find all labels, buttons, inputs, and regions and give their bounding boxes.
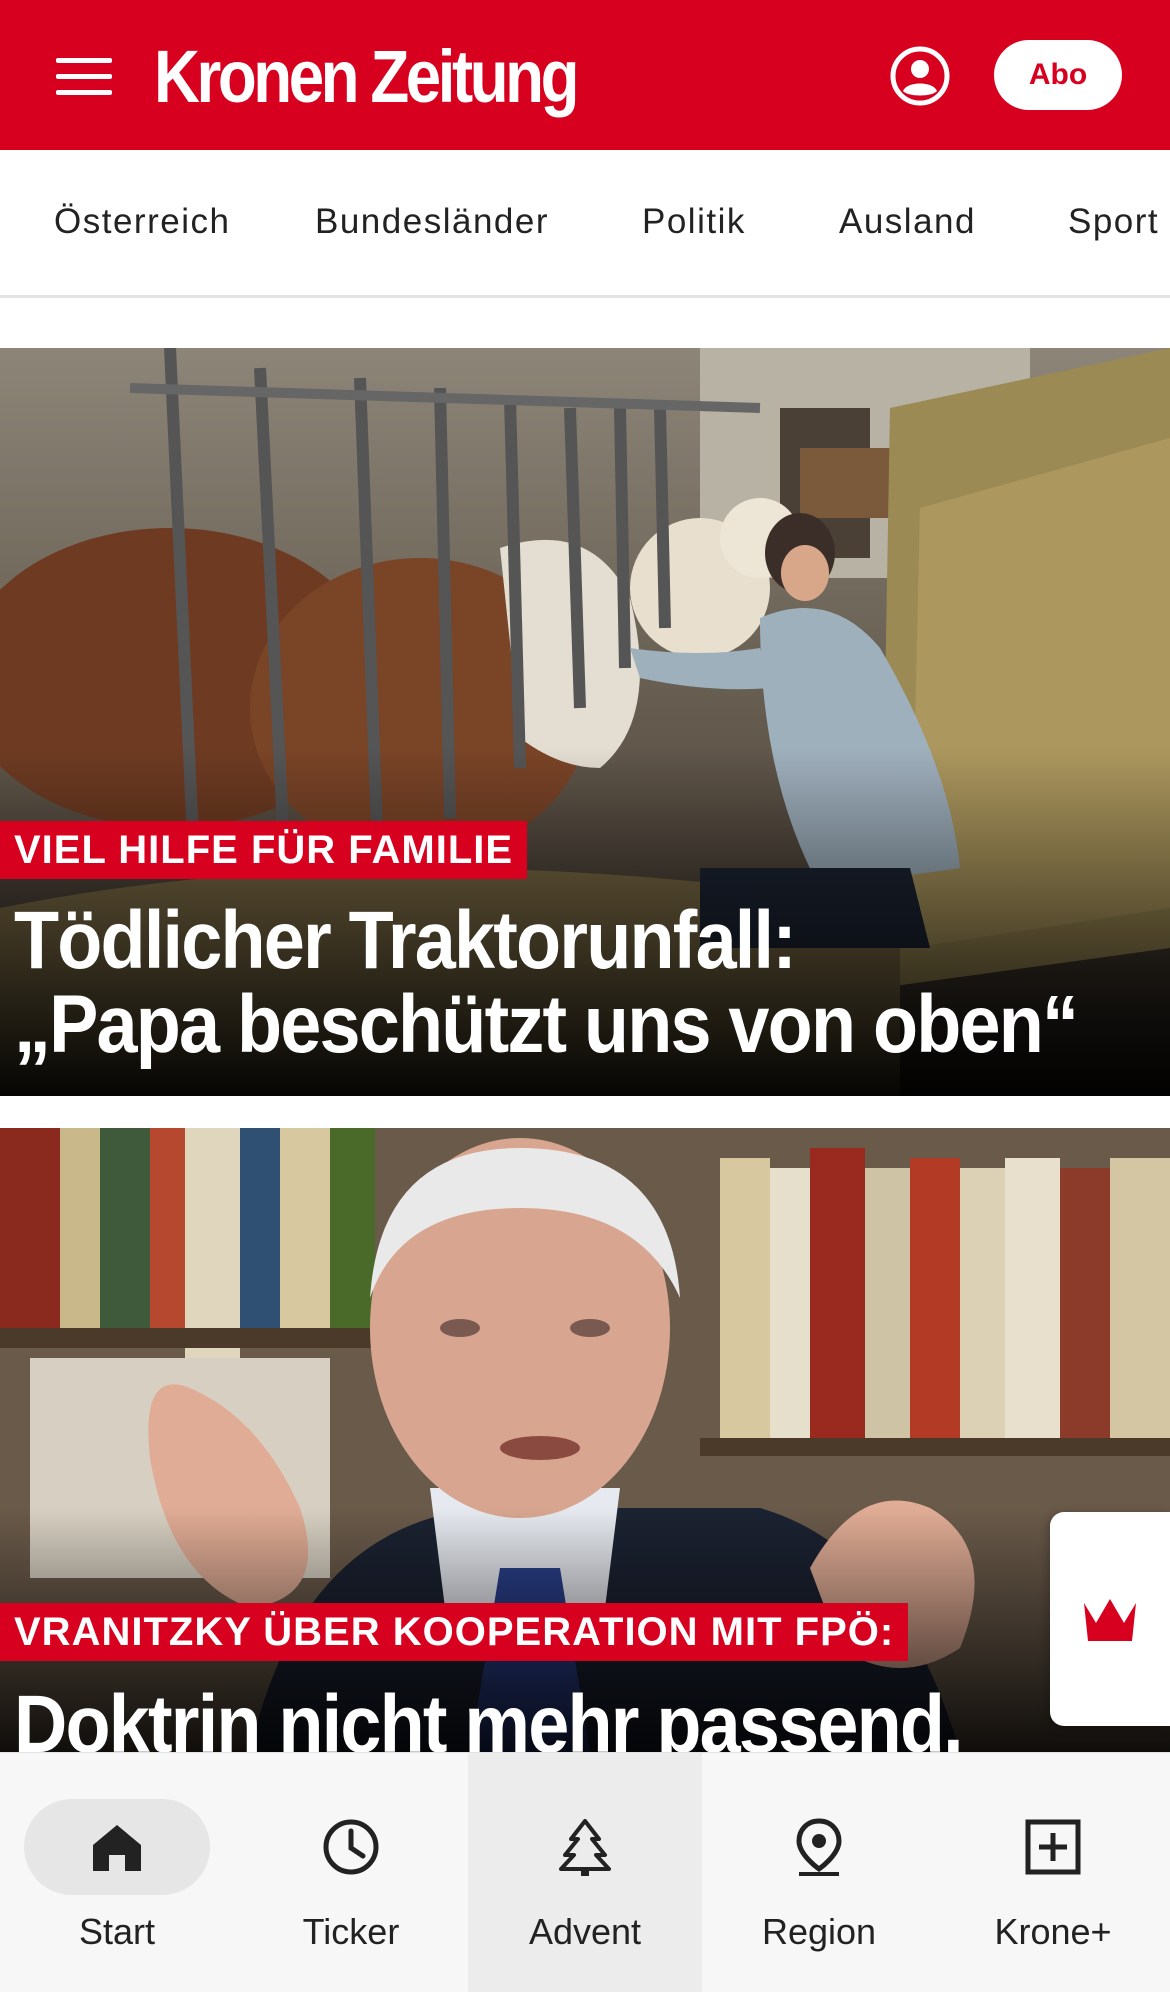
top-bar: Kronen Zeitung Abo bbox=[0, 0, 1170, 150]
bottom-nav-label: Krone+ bbox=[994, 1911, 1112, 1952]
nav-item-bundeslaender[interactable]: Bundesländer bbox=[315, 202, 549, 242]
bottom-nav-krone-plus[interactable]: Krone+ bbox=[936, 1753, 1170, 1992]
bottom-nav-start[interactable]: Start bbox=[0, 1753, 234, 1992]
nav-item-sport[interactable]: Sport bbox=[1068, 202, 1159, 242]
bottom-nav-advent[interactable]: Advent bbox=[468, 1753, 702, 1992]
bottom-nav-ticker[interactable]: Ticker bbox=[234, 1753, 468, 1992]
bottom-nav-region[interactable]: Region bbox=[702, 1753, 936, 1992]
menu-icon[interactable] bbox=[56, 58, 112, 96]
crown-icon bbox=[1084, 1599, 1136, 1641]
article-kicker: VRANITZKY ÜBER KOOPERATION MIT FPÖ: bbox=[0, 1603, 909, 1661]
location-pin-icon bbox=[796, 1818, 842, 1876]
article-headline-line1: Tödlicher Traktorunfall: bbox=[14, 895, 797, 986]
abo-button[interactable]: Abo bbox=[994, 40, 1122, 110]
nav-item-oesterreich[interactable]: Österreich bbox=[54, 202, 230, 242]
page: Kronen Zeitung Abo Österreich Bundesländ… bbox=[0, 0, 1170, 1992]
account-icon[interactable] bbox=[888, 44, 952, 108]
site-logo[interactable]: Kronen Zeitung bbox=[154, 34, 579, 120]
article-kicker: VIEL HILFE FÜR FAMILIE bbox=[0, 821, 528, 879]
krone-plus-floating-badge[interactable] bbox=[1050, 1512, 1170, 1726]
plus-box-icon bbox=[1025, 1819, 1081, 1875]
bottom-navigation: Start Ticker Advent Region Krone+ bbox=[0, 1752, 1170, 1992]
tree-icon bbox=[559, 1819, 611, 1876]
bottom-nav-label: Start bbox=[78, 1911, 156, 1952]
category-nav: Österreich Bundesländer Politik Ausland … bbox=[0, 150, 1170, 298]
home-icon bbox=[93, 1825, 141, 1871]
article-card-traktorunfall[interactable]: VIEL HILFE FÜR FAMILIE Tödlicher Traktor… bbox=[0, 348, 1170, 1096]
article-headline-line2: „Papa beschützt uns von oben“ bbox=[14, 979, 1079, 1070]
bottom-nav-label: Ticker bbox=[302, 1911, 400, 1952]
clock-icon bbox=[323, 1819, 379, 1875]
article-card-vranitzky[interactable]: VRANITZKY ÜBER KOOPERATION MIT FPÖ: Dokt… bbox=[0, 1128, 1170, 1752]
nav-item-ausland[interactable]: Ausland bbox=[839, 202, 976, 242]
nav-item-politik[interactable]: Politik bbox=[642, 202, 746, 242]
bottom-nav-label: Region bbox=[761, 1911, 877, 1952]
bottom-nav-label: Advent bbox=[528, 1911, 642, 1952]
article-headline-line1: Doktrin nicht mehr passend. bbox=[14, 1679, 964, 1753]
